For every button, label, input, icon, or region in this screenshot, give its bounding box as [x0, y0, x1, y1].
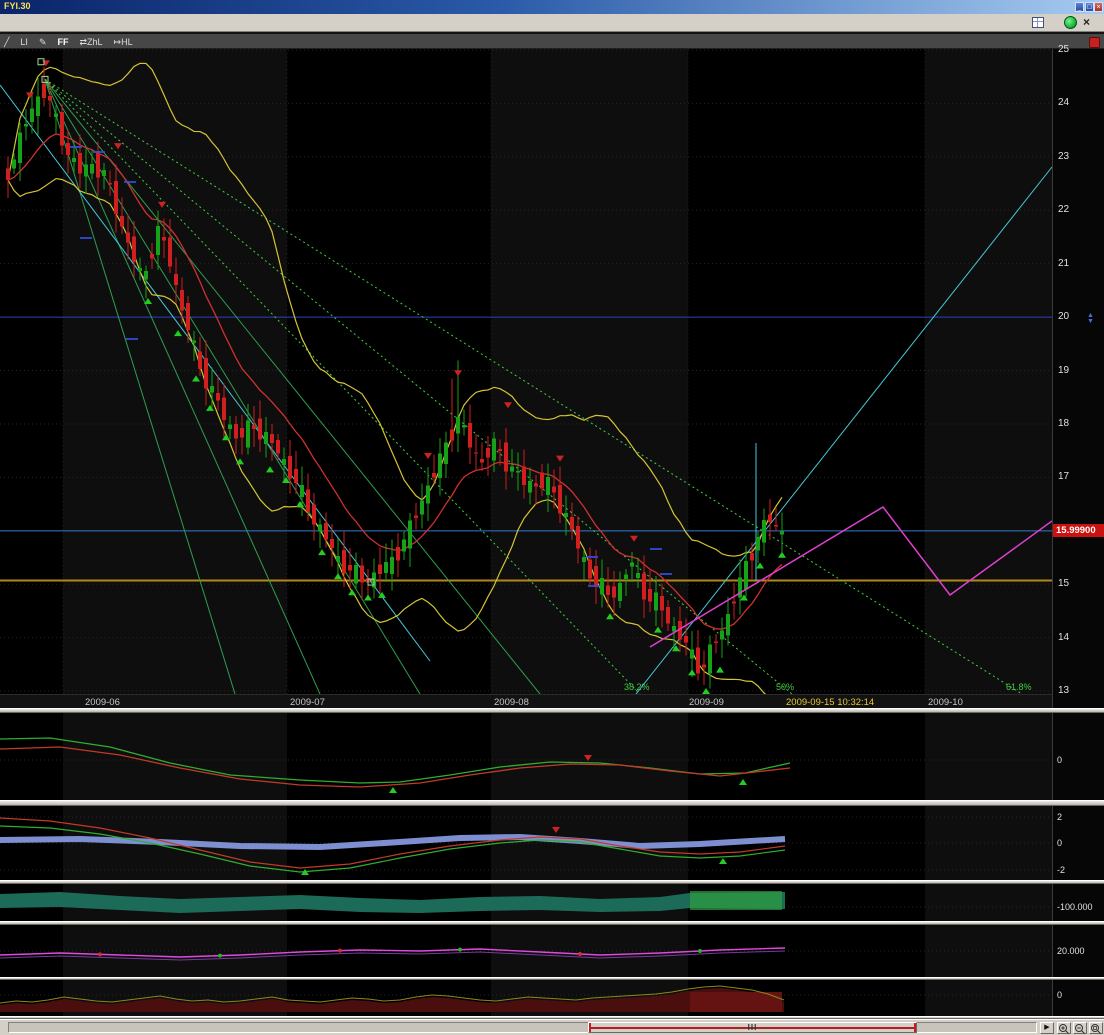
line-tool[interactable]: ╱ — [4, 36, 9, 48]
indicator-panel-histogram[interactable] — [0, 980, 1052, 1016]
fib-level-label: 38.2% — [624, 682, 650, 692]
li-tool[interactable]: LI — [20, 36, 28, 48]
price-tick-label: 22 — [1058, 204, 1069, 215]
indicator-axis-label: 0 — [1057, 990, 1062, 1000]
panel-splitter[interactable] — [0, 977, 1104, 980]
price-axis[interactable]: ▲▼ 2524232221201918171615141315.99900020… — [1052, 49, 1104, 1016]
fib-level-label: 50% — [776, 682, 794, 692]
indicator-panel-ribbon[interactable] — [0, 884, 1052, 921]
connection-status-icon — [1064, 16, 1077, 29]
indicator-axis-label: 20.000 — [1057, 946, 1085, 956]
current-price-tag: 15.99900 — [1053, 524, 1104, 537]
zoom-in-icon — [1058, 1023, 1070, 1035]
pencil-tool[interactable]: ✎ — [39, 36, 47, 48]
close-chart-icon[interactable]: × — [1083, 16, 1090, 28]
panel-splitter[interactable] — [0, 921, 1104, 925]
price-tick-label: 17 — [1058, 471, 1069, 482]
pane-close-button[interactable] — [1089, 37, 1100, 48]
zoom-box-icon — [1090, 1023, 1102, 1035]
panel-splitter[interactable] — [0, 800, 1104, 806]
main-chart-canvas[interactable]: 38.2% 50% 61.8% — [0, 49, 1052, 694]
scroll-range-end-tick — [914, 1023, 916, 1032]
indicator-axis-label: 0 — [1057, 755, 1062, 765]
titlebar: FYI.30 _ □ × — [0, 0, 1104, 14]
indicator-panel-oscillator-1[interactable] — [0, 713, 1052, 800]
zoom-box-button[interactable] — [1089, 1022, 1103, 1034]
zoom-in-button[interactable] — [1057, 1022, 1071, 1034]
price-tick-label: 23 — [1058, 151, 1069, 162]
indicator-axis-label: -100.000 — [1057, 902, 1093, 912]
indicator-axis-label: -2 — [1057, 865, 1065, 875]
close-button[interactable]: × — [1094, 2, 1103, 12]
time-axis[interactable]: 2009-06 2009-07 2009-08 2009-09 2009-10 2009-… — [0, 694, 1052, 708]
scrollbar-grip[interactable]: III — [748, 1023, 758, 1032]
zoom-out-button[interactable] — [1073, 1022, 1087, 1034]
price-tick-label: 13 — [1058, 685, 1069, 696]
price-tick-label: 24 — [1058, 97, 1069, 108]
price-tick-label: 21 — [1058, 258, 1069, 269]
indicator-panel-oscillator-2[interactable] — [0, 806, 1052, 880]
status-bar: III ▶ — [0, 1019, 1104, 1035]
scrollbar-thumb[interactable]: III — [588, 1022, 917, 1033]
app-window: FYI.30 _ □ × × ╱ LI ✎ FF ⇄ZhL ↦HL 38.2% 50% 61.… — [0, 0, 1104, 1035]
fib-level-label: 61.8% — [1006, 682, 1032, 692]
panel-splitter[interactable] — [0, 880, 1104, 884]
price-tick-label: 18 — [1058, 418, 1069, 429]
indicator-axis-label: 0 — [1057, 838, 1062, 848]
time-axis-label: 2009-09 — [689, 697, 724, 708]
pan-right-button[interactable]: ▶ — [1040, 1022, 1054, 1034]
panel-splitter[interactable] — [0, 708, 1104, 713]
time-axis-label: 2009-08 — [494, 697, 529, 708]
price-tick-label: 15 — [1058, 578, 1069, 589]
hl-tool[interactable]: ↦HL — [114, 36, 133, 48]
zhl-tool[interactable]: ⇄ZhL — [79, 36, 102, 48]
maximize-button[interactable]: □ — [1085, 2, 1094, 12]
minimize-button[interactable]: _ — [1075, 2, 1084, 12]
zoom-out-icon — [1074, 1023, 1086, 1035]
window-title: FYI.30 — [4, 1, 31, 11]
cursor-time-label: 2009-09-15 10:32:14 — [786, 697, 874, 708]
chart-tool-items: ╱ LI ✎ FF ⇄ZhL ↦HL — [4, 36, 133, 48]
chart-toolbar: ╱ LI ✎ FF ⇄ZhL ↦HL — [0, 32, 1104, 49]
time-axis-label: 2009-07 — [290, 697, 325, 708]
data-grid-icon[interactable] — [1032, 17, 1044, 28]
time-axis-label: 2009-10 — [928, 697, 963, 708]
indicator-panel-ma-line[interactable] — [0, 925, 1052, 977]
price-tick-label: 14 — [1058, 632, 1069, 643]
scroll-range-start-tick — [589, 1023, 591, 1032]
axis-scroll-icons[interactable]: ▲▼ — [1087, 313, 1094, 325]
price-tick-label: 19 — [1058, 365, 1069, 376]
price-tick-label: 25 — [1058, 44, 1069, 55]
price-tick-label: 20 — [1058, 311, 1069, 322]
main-chart[interactable]: 38.2% 50% 61.8% — [0, 49, 1052, 694]
time-axis-label: 2009-06 — [85, 697, 120, 708]
indicator-axis-label: 2 — [1057, 812, 1062, 822]
ff-tool[interactable]: FF — [57, 36, 68, 48]
toolbar-row: × — [0, 14, 1104, 32]
